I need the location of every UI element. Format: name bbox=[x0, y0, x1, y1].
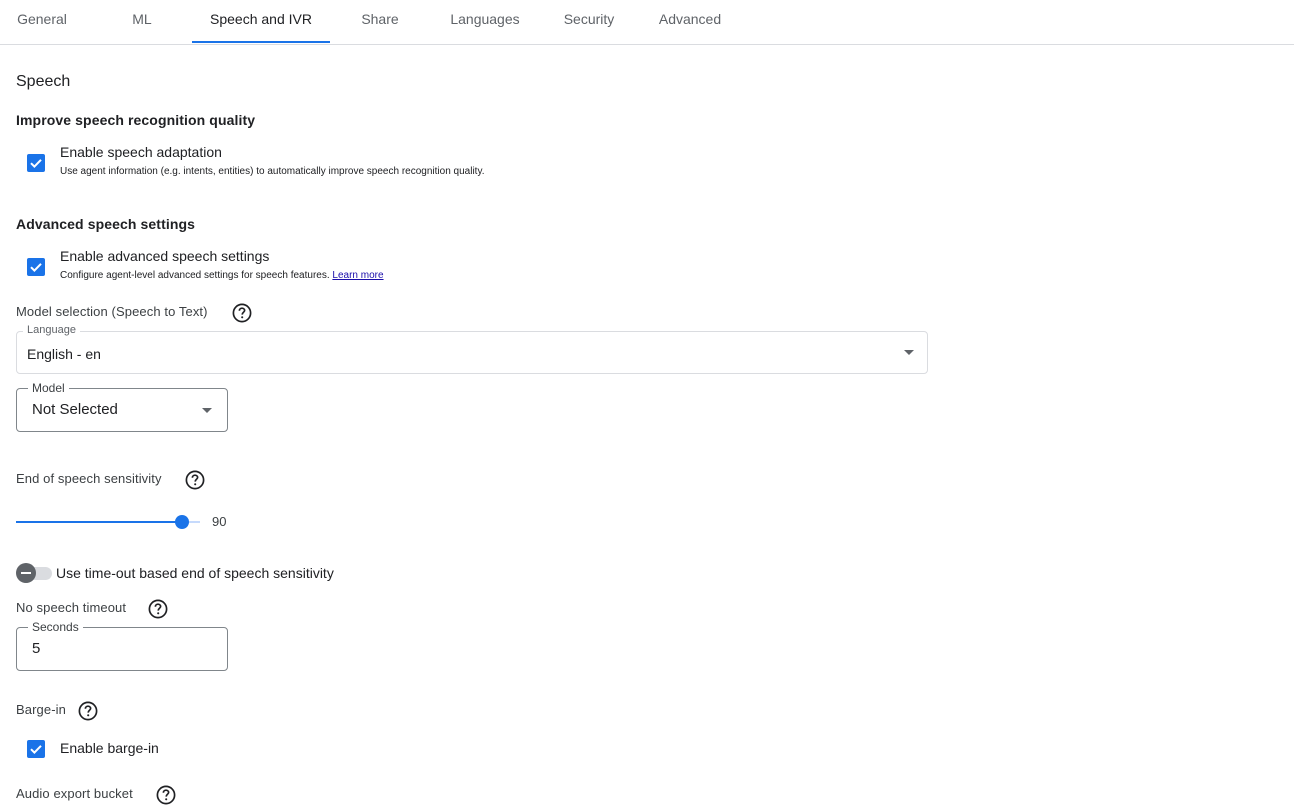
help-circle-icon[interactable] bbox=[148, 599, 168, 619]
sensitivity-slider-fill bbox=[16, 521, 182, 523]
check-icon bbox=[30, 159, 42, 169]
timeout-toggle[interactable] bbox=[16, 563, 36, 583]
language-select[interactable] bbox=[16, 331, 928, 374]
language-field-label: Language bbox=[23, 324, 80, 336]
tab-share[interactable]: Share bbox=[340, 0, 420, 44]
tab-security[interactable]: Security bbox=[544, 0, 634, 44]
tab-ml[interactable]: ML bbox=[102, 0, 182, 44]
help-circle-icon[interactable] bbox=[78, 701, 98, 721]
speech-adaptation-checkbox[interactable] bbox=[27, 154, 45, 172]
model-selection-label: Model selection (Speech to Text) bbox=[16, 304, 208, 319]
model-value: Not Selected bbox=[32, 401, 118, 418]
section-title-speech: Speech bbox=[16, 73, 71, 90]
advanced-speech-label: Enable advanced speech settings bbox=[60, 248, 270, 264]
end-of-speech-sensitivity-label: End of speech sensitivity bbox=[16, 471, 162, 486]
tab-advanced[interactable]: Advanced bbox=[645, 0, 735, 44]
barge-in-checkbox-label: Enable barge-in bbox=[60, 740, 159, 756]
sensitivity-value: 90 bbox=[212, 514, 227, 529]
sensitivity-slider-track[interactable] bbox=[16, 521, 200, 523]
help-circle-icon[interactable] bbox=[156, 785, 176, 805]
language-value: English - en bbox=[27, 346, 101, 362]
audio-export-bucket-label: Audio export bucket bbox=[16, 786, 133, 801]
check-icon bbox=[30, 263, 42, 273]
advanced-speech-hint-text: Configure agent-level advanced settings … bbox=[60, 270, 330, 281]
help-circle-icon[interactable] bbox=[232, 303, 252, 323]
active-tab-indicator bbox=[192, 41, 330, 43]
advanced-speech-heading: Advanced speech settings bbox=[16, 216, 196, 232]
tab-speech-and-ivr[interactable]: Speech and IVR bbox=[192, 0, 330, 44]
tab-bar: General ML Speech and IVR Share Language… bbox=[0, 0, 1294, 45]
sensitivity-slider-thumb[interactable] bbox=[174, 515, 189, 529]
learn-more-link[interactable]: Learn more bbox=[332, 270, 383, 281]
tab-languages[interactable]: Languages bbox=[435, 0, 535, 44]
model-field-label: Model bbox=[28, 381, 69, 395]
barge-in-checkbox[interactable] bbox=[27, 740, 45, 758]
seconds-field-label: Seconds bbox=[28, 620, 83, 634]
arrow-drop-down-icon bbox=[904, 350, 914, 355]
seconds-value: 5 bbox=[32, 640, 41, 657]
barge-in-label: Barge-in bbox=[16, 702, 66, 717]
check-icon bbox=[30, 745, 42, 755]
timeout-toggle-label: Use time-out based end of speech sensiti… bbox=[56, 565, 334, 581]
advanced-speech-checkbox[interactable] bbox=[27, 258, 45, 276]
arrow-drop-down-icon bbox=[202, 408, 212, 413]
advanced-speech-hint: Configure agent-level advanced settings … bbox=[60, 270, 384, 281]
no-speech-timeout-label: No speech timeout bbox=[16, 600, 127, 615]
speech-adaptation-hint: Use agent information (e.g. intents, ent… bbox=[60, 166, 485, 177]
speech-adaptation-label: Enable speech adaptation bbox=[60, 144, 222, 160]
improve-quality-heading: Improve speech recognition quality bbox=[16, 112, 256, 128]
help-circle-icon[interactable] bbox=[185, 470, 205, 490]
tab-general[interactable]: General bbox=[0, 0, 84, 44]
